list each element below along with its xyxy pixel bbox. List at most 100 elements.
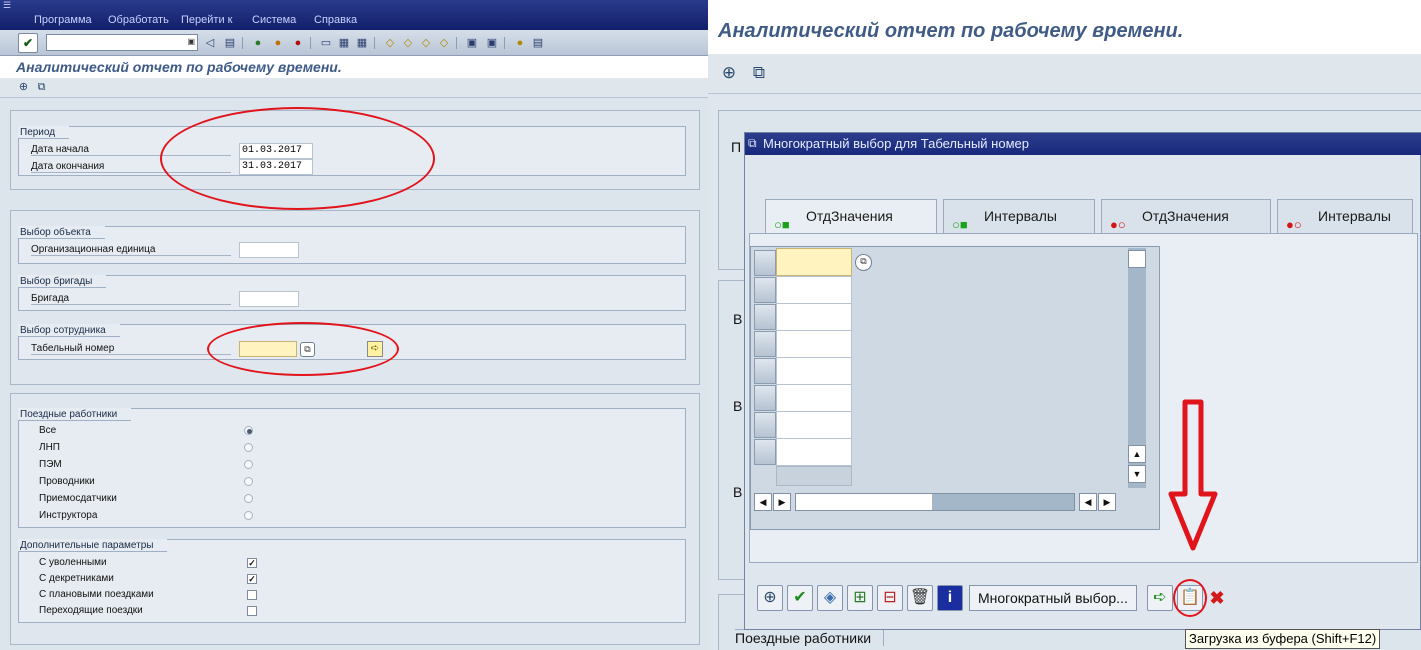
annotation-arrow-icon	[1168, 399, 1218, 551]
radio-all[interactable]	[244, 426, 253, 435]
transitional-trips-checkbox[interactable]	[247, 606, 257, 616]
command-history-icon[interactable]: ▣	[187, 37, 195, 46]
scroll-up-icon[interactable]: ▲	[1128, 445, 1146, 463]
value-help-icon[interactable]: ⧉	[855, 254, 872, 271]
row-selector[interactable]	[754, 385, 776, 411]
value-cell[interactable]	[776, 438, 852, 466]
scroll-down-icon[interactable]: ▼	[1128, 465, 1146, 483]
delete-line-icon[interactable]: ⊟	[877, 585, 903, 611]
row-selector[interactable]	[754, 277, 776, 303]
train-workers-title: Поездные работники	[18, 408, 132, 421]
insert-line-icon[interactable]: ⊞	[847, 585, 873, 611]
exit-icon[interactable]: ●	[270, 35, 286, 51]
import-from-file-icon[interactable]: ➪	[1147, 585, 1173, 611]
value-cell[interactable]	[776, 384, 852, 412]
menu-process[interactable]: Обработать	[108, 14, 169, 26]
annotation-oval-clipboard	[1173, 579, 1207, 617]
tab-single-values-exclude[interactable]: ●○ ОтдЗначения	[1101, 199, 1271, 233]
find-next-icon[interactable]: ▦	[354, 35, 370, 51]
scroll-right-icon[interactable]: ▶	[1098, 493, 1116, 511]
with-planned-trips-checkbox[interactable]	[247, 590, 257, 600]
menu-goto[interactable]: Перейти к	[181, 14, 232, 26]
variant-icon[interactable]: ⧉	[748, 62, 770, 84]
radio-instructors[interactable]	[244, 511, 253, 520]
multiple-selection-button[interactable]: Многократный выбор...	[969, 585, 1137, 611]
execute-selection-icon[interactable]: ◈	[817, 585, 843, 611]
row-selector[interactable]	[754, 250, 776, 276]
hscroll-thumb[interactable]	[796, 494, 932, 510]
info-icon[interactable]: i	[937, 585, 963, 611]
tab-intervals-exclude[interactable]: ●○ Интервалы	[1277, 199, 1413, 233]
shortcut-icon[interactable]: ▣	[484, 35, 500, 51]
row-selector[interactable]	[754, 331, 776, 357]
radio-all-label: Все	[39, 425, 57, 436]
find-icon[interactable]: ▦	[336, 35, 352, 51]
tab-single-values-include[interactable]: ○■ ОтдЗначения	[765, 199, 937, 235]
row-selector[interactable]	[754, 412, 776, 438]
employee-selection-title: Выбор сотрудника	[18, 324, 120, 337]
tab-intervals-include[interactable]: ○■ Интервалы	[943, 199, 1095, 233]
new-session-icon[interactable]: ▣	[464, 35, 480, 51]
horizontal-scrollbar[interactable]	[795, 493, 1075, 511]
value-cell[interactable]	[776, 248, 852, 276]
value-cell[interactable]	[776, 330, 852, 358]
dialog-window-icon: ⧉	[748, 136, 757, 150]
dialog-title-bar: ⧉ Многократный выбор для Табельный номер	[745, 133, 1421, 155]
radio-conductors-label: Проводники	[39, 476, 95, 487]
scroll-left-icon[interactable]: ◀	[754, 493, 772, 511]
execute-icon[interactable]: ⊕	[718, 62, 740, 84]
execute-icon[interactable]: ⊕	[757, 585, 783, 611]
sap-window-icon[interactable]: ☰	[3, 0, 11, 11]
cancel-icon[interactable]: ✖	[1207, 585, 1227, 611]
annotation-oval-personnel	[207, 322, 399, 376]
execute-icon[interactable]: ⊕	[16, 80, 31, 95]
delete-icon[interactable]: 🗑	[907, 585, 933, 611]
menu-system[interactable]: Система	[252, 14, 296, 26]
layout-icon[interactable]: ▤	[530, 35, 546, 51]
variant-icon[interactable]: ⧉	[34, 80, 49, 95]
with-maternity-checkbox[interactable]: ✓	[247, 574, 257, 584]
bg-letter: В	[733, 398, 743, 414]
menu-help[interactable]: Справка	[314, 14, 357, 26]
radio-pem[interactable]	[244, 460, 253, 469]
menu-program[interactable]: Программа	[34, 14, 92, 26]
tab-label: Интервалы	[1318, 208, 1391, 224]
next-page-icon[interactable]: ◇	[418, 35, 434, 51]
org-unit-input[interactable]	[239, 242, 299, 258]
with-dismissed-checkbox[interactable]: ✓	[247, 558, 257, 568]
help-icon[interactable]: ●	[512, 35, 528, 51]
period-group-title: Период	[18, 126, 70, 139]
values-tab-panel: ⧉ ▲ ▼ ◀ ▶ ◀ ▶	[749, 233, 1418, 563]
radio-receivers[interactable]	[244, 494, 253, 503]
scroll-right-icon[interactable]: ▶	[773, 493, 791, 511]
check-icon[interactable]: ✔	[787, 585, 813, 611]
value-cell[interactable]	[776, 411, 852, 439]
brigade-selection-group: Выбор бригады Бригада	[18, 275, 686, 311]
print-icon[interactable]: ▭	[318, 35, 334, 51]
tab-label: Интервалы	[984, 208, 1057, 224]
additional-params-group: Дополнительные параметры С уволенными ✓ …	[18, 539, 686, 623]
brigade-selection-title: Выбор бригады	[18, 275, 107, 288]
brigade-input[interactable]	[239, 291, 299, 307]
cancel-icon[interactable]: ●	[290, 35, 306, 51]
radio-lnp[interactable]	[244, 443, 253, 452]
row-selector[interactable]	[754, 304, 776, 330]
first-page-icon[interactable]: ◇	[382, 35, 398, 51]
value-cell[interactable]	[776, 276, 852, 304]
scroll-thumb[interactable]	[1128, 250, 1146, 268]
last-page-icon[interactable]: ◇	[436, 35, 452, 51]
scroll-left-icon[interactable]: ◀	[1079, 493, 1097, 511]
save-icon[interactable]: ▤	[222, 35, 238, 51]
personnel-number-label: Табельный номер	[31, 343, 231, 355]
row-selector[interactable]	[754, 358, 776, 384]
enter-icon[interactable]: ✔	[18, 33, 38, 53]
command-field[interactable]: ▣	[46, 34, 198, 51]
value-cell[interactable]	[776, 357, 852, 385]
radio-conductors[interactable]	[244, 477, 253, 486]
prev-page-icon[interactable]: ◇	[400, 35, 416, 51]
row-selector[interactable]	[754, 439, 776, 465]
value-cell[interactable]	[776, 303, 852, 331]
radio-lnp-label: ЛНП	[39, 442, 60, 453]
back-small-icon[interactable]: ◁	[202, 35, 218, 51]
back-icon[interactable]: ●	[250, 35, 266, 51]
